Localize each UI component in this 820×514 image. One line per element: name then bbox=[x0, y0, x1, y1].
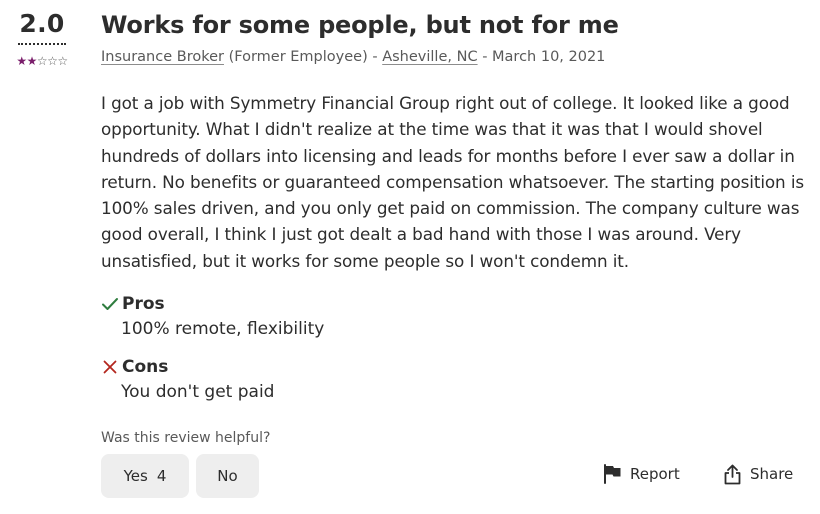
review-content: Works for some people, but not for me In… bbox=[101, 8, 811, 274]
review-text: I got a job with Symmetry Financial Grou… bbox=[101, 93, 805, 271]
star-empty-icon: ☆ bbox=[36, 54, 48, 68]
share-icon bbox=[724, 464, 741, 484]
star-empty-icon: ☆ bbox=[57, 54, 68, 68]
report-button[interactable]: Report bbox=[603, 462, 680, 486]
cons-text: You don't get paid bbox=[121, 382, 275, 402]
share-button[interactable]: Share bbox=[723, 462, 793, 486]
cons-heading: Cons bbox=[122, 357, 169, 377]
helpful-question: Was this review helpful? bbox=[101, 430, 271, 446]
check-icon bbox=[102, 298, 118, 310]
rating-score: 2.0 bbox=[18, 8, 66, 45]
pros-text: 100% remote, flexibility bbox=[121, 319, 325, 339]
report-label: Report bbox=[630, 465, 680, 483]
x-icon bbox=[103, 360, 117, 374]
flag-icon bbox=[604, 464, 621, 484]
cons-heading-row: Cons bbox=[101, 355, 274, 379]
no-label: No bbox=[217, 467, 238, 485]
job-title-link[interactable]: Insurance Broker bbox=[101, 49, 224, 65]
share-label: Share bbox=[750, 465, 794, 483]
pros-heading: Pros bbox=[122, 294, 165, 314]
star-filled-icon: ★ bbox=[16, 54, 27, 68]
review-meta: Insurance Broker (Former Employee) - Ash… bbox=[101, 46, 811, 68]
star-empty-icon: ☆ bbox=[47, 54, 58, 68]
helpful-yes-button[interactable]: Yes 4 bbox=[101, 454, 189, 498]
helpful-no-button[interactable]: No bbox=[196, 454, 259, 498]
location-link[interactable]: Asheville, NC bbox=[382, 49, 477, 65]
pros-heading-row: Pros bbox=[101, 292, 324, 316]
pros-section: Pros 100% remote, flexibility bbox=[101, 292, 324, 342]
review-title: Works for some people, but not for me bbox=[101, 11, 619, 39]
employment-status: (Former Employee) bbox=[228, 49, 368, 65]
rating-summary: 2.0 ★★☆☆☆ bbox=[8, 8, 76, 67]
cons-section: Cons You don't get paid bbox=[101, 355, 274, 405]
yes-count: 4 bbox=[156, 467, 167, 485]
meta-separator: - bbox=[482, 49, 488, 65]
star-filled-icon: ★ bbox=[26, 54, 38, 68]
yes-label: Yes bbox=[123, 467, 148, 485]
meta-separator: - bbox=[372, 49, 378, 65]
review-date: March 10, 2021 bbox=[492, 49, 606, 65]
star-rating: ★★☆☆☆ bbox=[8, 55, 76, 67]
